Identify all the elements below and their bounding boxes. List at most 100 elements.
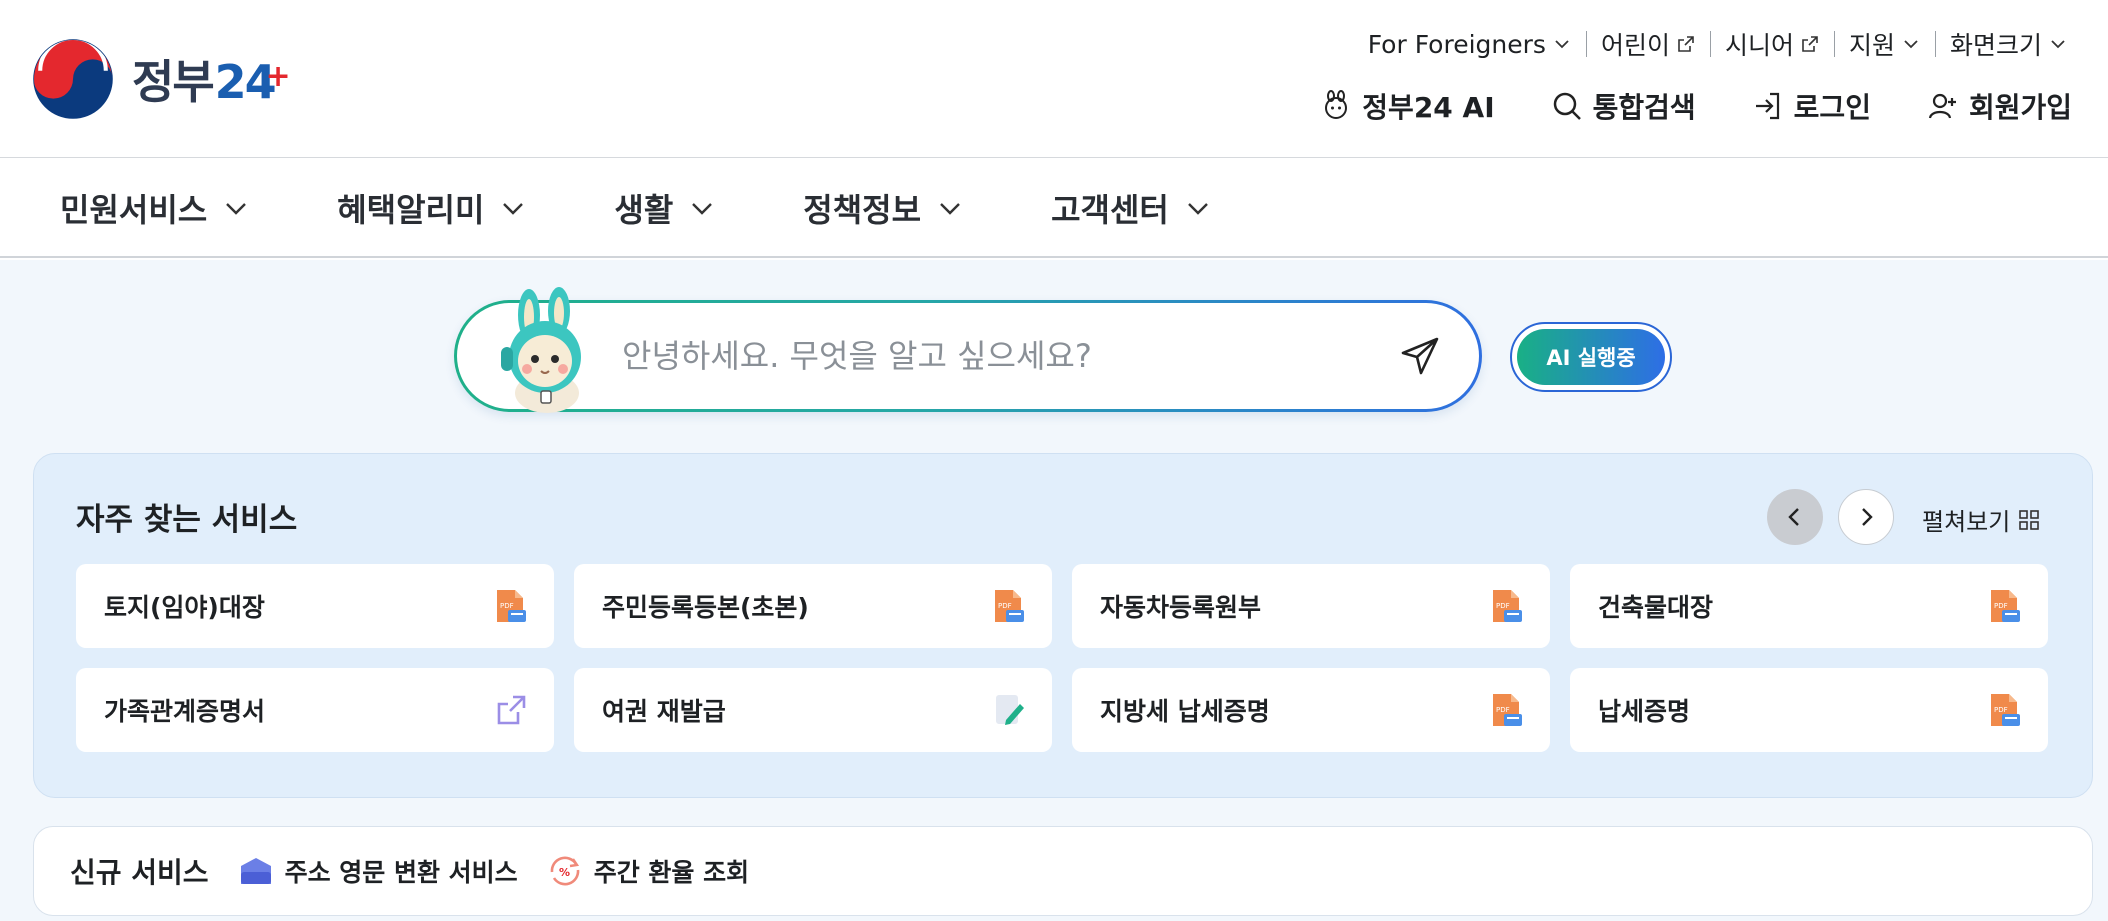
edit-document-icon [996,695,1024,725]
search-icon [1553,92,1581,120]
chevron-down-icon [503,202,524,215]
new-service-exchange-rate[interactable]: % 주간 환율 조회 [546,853,749,889]
frequent-services-title: 자주 찾는 서비스 [76,502,298,538]
ai-running-label: AI 실행중 [1517,329,1665,385]
carousel-next-button[interactable] [1838,489,1894,545]
nav-label: 생활 [614,190,674,229]
service-card-vehicle-register[interactable]: 자동차등록원부 PDF [1072,564,1550,648]
external-link-icon [497,695,526,725]
svg-text:%: % [559,866,570,879]
action-label: 통합검색 [1592,91,1696,124]
chevron-down-icon [1187,202,1208,215]
carousel-prev-button[interactable] [1767,489,1823,545]
nav-item-policy-info[interactable]: 정책정보 [803,185,963,231]
gov24-ai-button[interactable]: 정부24 AI [1320,86,1495,126]
ai-running-button[interactable]: AI 실행중 [1510,322,1672,392]
taegeuk-logo-icon [33,38,113,119]
new-service-label: 주간 환율 조회 [593,858,750,887]
pdf-document-icon: PDF [1493,694,1522,726]
utility-label: 어린이 [1600,31,1670,60]
chevron-down-icon [940,202,960,215]
nav-item-life[interactable]: 생활 [614,185,715,231]
rabbit-mascot-icon [501,287,581,413]
svg-text:PDF: PDF [1994,602,2008,610]
svg-text:PDF: PDF [1496,602,1510,610]
nav-item-customer-center[interactable]: 고객센터 [1051,185,1211,231]
service-card-label: 자동차등록원부 [1100,593,1262,622]
login-icon [1755,92,1779,120]
service-card-label: 건축물대장 [1598,593,1714,622]
nav-label: 정책정보 [803,190,922,229]
logo-plus: + [265,59,291,94]
pdf-document-icon: PDF [1493,590,1522,622]
service-card-land-register[interactable]: 토지(임야)대장 PDF [76,564,554,648]
svg-text:PDF: PDF [1496,706,1510,714]
login-button[interactable]: 로그인 [1752,86,1871,126]
mascot-icon [1325,90,1348,119]
logo-text: 정부 [132,55,215,109]
service-card-label: 토지(임야)대장 [104,593,265,622]
svg-text:PDF: PDF [998,602,1012,610]
utility-senior[interactable]: 시니어 [1711,26,1834,62]
ai-search-inner [457,287,1479,413]
utility-screen-size[interactable]: 화면크기 [1936,26,2082,62]
main-content: AI 실행중 자주 찾는 서비스 펼쳐보기 토지(임야)대장 PDF 주민등록등… [0,260,2108,921]
integrated-search-button[interactable]: 통합검색 [1551,86,1696,126]
chevron-down-icon [1555,40,1569,49]
nav-item-civil-services[interactable]: 민원서비스 [60,185,249,231]
nav-label: 혜택알리미 [337,190,485,229]
ai-search-bar [454,287,1482,413]
service-card-passport-reissue[interactable]: 여권 재발급 [574,668,1052,752]
utility-label: 지원 [1848,31,1895,60]
service-card-label: 여권 재발급 [602,697,726,726]
service-card-family-relation[interactable]: 가족관계증명서 [76,668,554,752]
pdf-document-icon: PDF [1991,694,2020,726]
nav-item-benefits[interactable]: 혜택알리미 [337,185,526,231]
service-card-label: 주민등록등본(초본) [602,593,809,622]
send-icon[interactable] [1399,335,1441,377]
mailbox-icon [240,858,271,884]
service-card-label: 가족관계증명서 [104,697,266,726]
chevron-down-icon [692,202,713,215]
service-card-building-register[interactable]: 건축물대장 PDF [1570,564,2048,648]
service-card-tax-certificate[interactable]: 납세증명 PDF [1570,668,2048,752]
utility-for-foreigners[interactable]: For Foreigners [1354,30,1586,59]
expand-view-button[interactable]: 펼쳐보기 [1922,502,2040,537]
utility-label: 화면크기 [1949,31,2042,60]
utility-label: 시니어 [1724,31,1794,60]
new-service-label: 주소 영문 변환 서비스 [284,858,518,887]
action-label: 정부24 AI [1362,91,1495,124]
exchange-rate-icon: % [550,856,579,886]
new-services-title: 신규 서비스 [70,856,209,889]
utility-support[interactable]: 지원 [1835,26,1935,62]
frequent-services-panel: 자주 찾는 서비스 펼쳐보기 토지(임야)대장 PDF 주민등록등본(초본) P… [33,453,2093,798]
frequent-services-grid: 토지(임야)대장 PDF 주민등록등본(초본) PDF 자동차등록원부 PDF … [76,564,2048,752]
site-logo[interactable]: 정부 24 + [32,38,291,120]
expand-label: 펼쳐보기 [1922,508,2011,536]
chevron-right-icon [1862,508,1873,526]
utility-kids[interactable]: 어린이 [1587,26,1710,62]
service-card-resident-register[interactable]: 주민등록등본(초본) PDF [574,564,1052,648]
svg-text:PDF: PDF [500,602,514,610]
signup-button[interactable]: 회원가입 [1927,86,2072,126]
service-card-label: 납세증명 [1598,697,1691,726]
new-service-address-english[interactable]: 주소 영문 변환 서비스 [237,853,518,889]
utility-menu: For Foreigners 어린이 시니어 지원 화면크기 [1354,26,2082,62]
pdf-document-icon: PDF [995,590,1024,622]
chevron-left-icon [1788,508,1799,526]
new-services-bar: 신규 서비스 주소 영문 변환 서비스 % 주간 환율 조회 [33,826,2093,916]
chevron-down-icon [2051,40,2065,49]
nav-label: 고객센터 [1051,190,1169,229]
header-actions: 정부24 AI 통합검색 로그인 회원가입 [1320,86,2072,126]
service-card-local-tax-certificate[interactable]: 지방세 납세증명 PDF [1072,668,1550,752]
nav-label: 민원서비스 [60,190,208,229]
svg-text:PDF: PDF [1994,706,2008,714]
utility-label: For Foreigners [1367,29,1546,59]
pdf-document-icon: PDF [497,590,526,622]
user-plus-icon [1928,93,1956,119]
chevron-down-icon [1904,40,1918,49]
main-navigation: 민원서비스 혜택알리미 생활 정책정보 고객센터 [0,159,2108,258]
service-card-label: 지방세 납세증명 [1100,697,1270,726]
site-header: 정부 24 + For Foreigners 어린이 시니어 지원 화면크기 정… [0,0,2108,158]
ai-search-input[interactable] [622,331,1382,381]
